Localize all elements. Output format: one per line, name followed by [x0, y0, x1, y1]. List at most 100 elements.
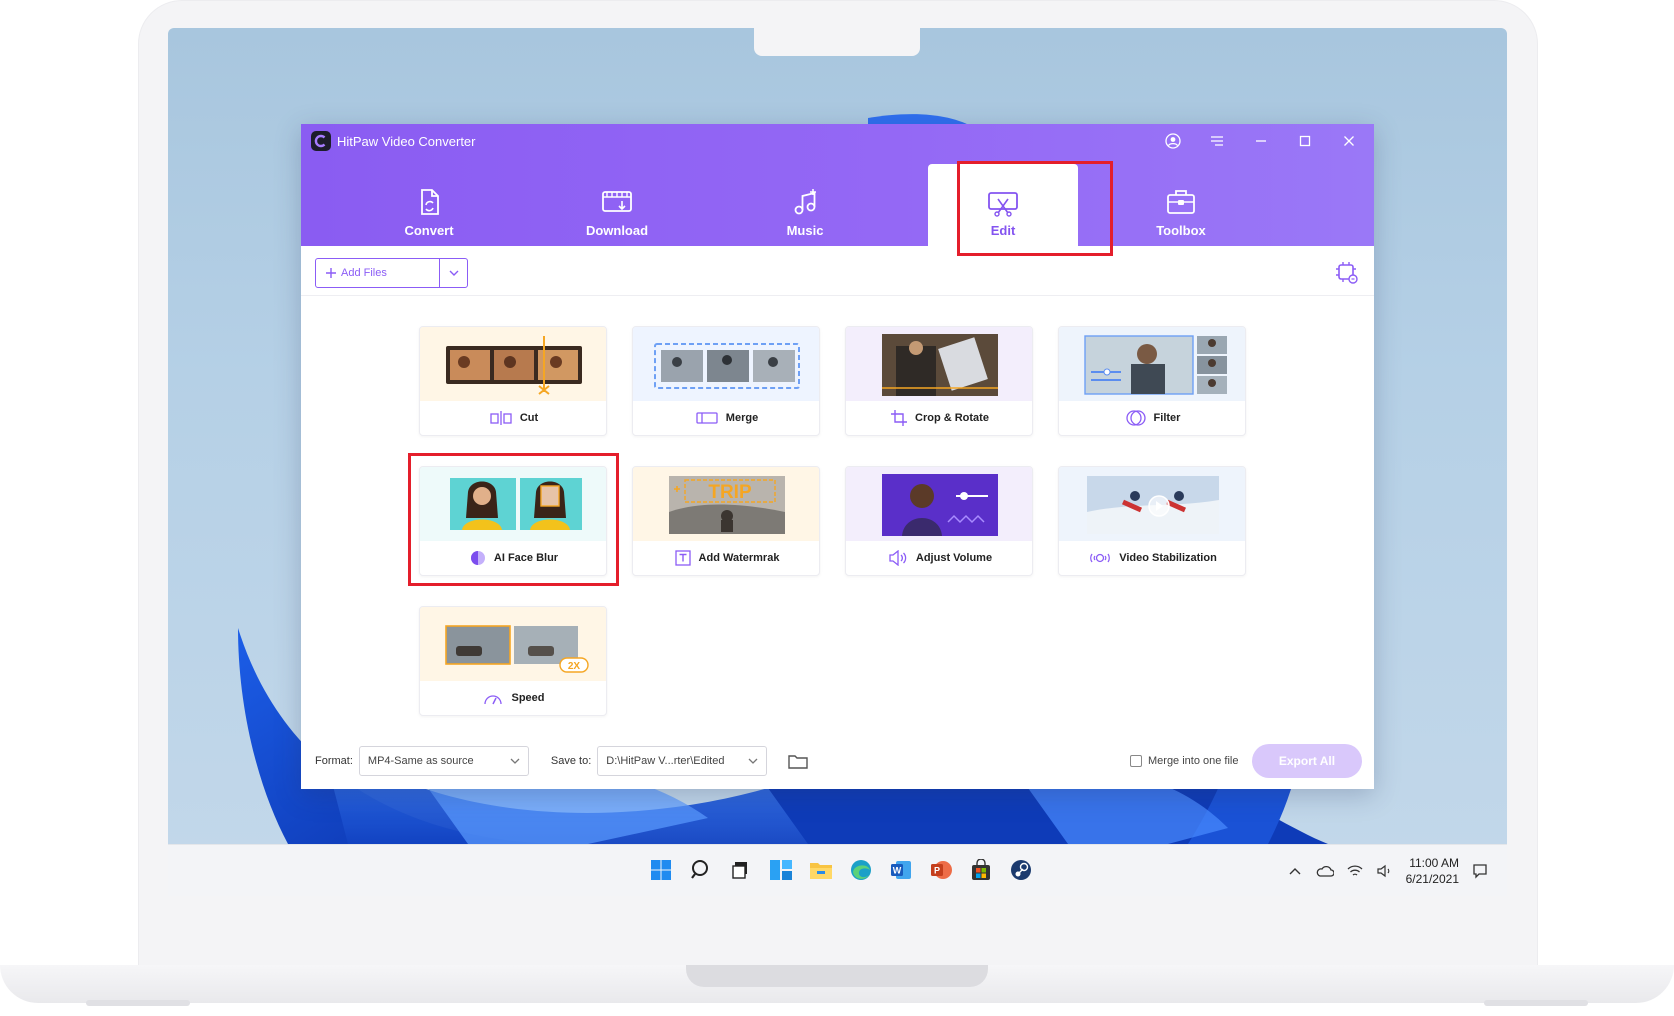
clock[interactable]: 11:00 AM 6/21/2021: [1406, 855, 1459, 887]
tool-card-filter[interactable]: Filter: [1058, 326, 1246, 436]
tab-download[interactable]: Download: [542, 164, 692, 246]
tool-name: Crop & Rotate: [915, 412, 989, 424]
tab-toolbox-label: Toolbox: [1156, 223, 1206, 238]
tool-card-cut[interactable]: Cut: [419, 326, 607, 436]
merge-thumbnail: [633, 327, 819, 401]
close-button[interactable]: [1334, 130, 1364, 152]
watermark-icon: [674, 550, 691, 566]
system-tray: 11:00 AM 6/21/2021: [1286, 845, 1507, 896]
clock-time: 11:00 AM: [1409, 856, 1459, 870]
menu-button[interactable]: [1202, 130, 1232, 152]
minimize-icon: [1256, 140, 1266, 142]
clock-date: 6/21/2021: [1405, 872, 1459, 886]
account-button[interactable]: [1158, 130, 1188, 152]
tab-convert[interactable]: Convert: [354, 164, 504, 246]
filter-thumbnail: [1059, 327, 1245, 401]
file-explorer-icon[interactable]: [806, 855, 836, 885]
add-files-main[interactable]: Add Files: [316, 259, 439, 287]
merge-option[interactable]: Merge into one file: [1130, 733, 1239, 789]
title-bar: HitPaw Video Converter: [301, 124, 1374, 158]
tool-name: Video Stabilization: [1119, 552, 1217, 564]
face-blur-highlight: [408, 453, 619, 586]
maximize-icon: [1299, 135, 1311, 147]
tool-card-video-stabilization[interactable]: Video Stabilization: [1058, 466, 1246, 576]
watermark-thumbnail: TRIP: [633, 467, 819, 541]
tool-name: Filter: [1153, 412, 1181, 424]
search-icon[interactable]: [686, 855, 716, 885]
powerpoint-icon[interactable]: P: [926, 855, 956, 885]
tool-card-add-watermark[interactable]: TRIP Add Watermrak: [632, 466, 820, 576]
tab-toolbox[interactable]: Toolbox: [1106, 164, 1256, 246]
save-to-select[interactable]: D:\HitPaw V...rter\Edited: [597, 746, 768, 776]
task-view-icon[interactable]: [726, 855, 756, 885]
store-icon[interactable]: [966, 855, 996, 885]
tool-label-filter: Filter: [1059, 405, 1245, 431]
laptop-notch: [686, 965, 988, 987]
edit-tab-highlight: [957, 161, 1113, 256]
tool-name: Add Watermrak: [698, 552, 780, 564]
word-icon[interactable]: W: [886, 855, 916, 885]
folder-icon: [788, 755, 808, 769]
chevron-down-icon: [510, 758, 520, 764]
hardware-acceleration-button[interactable]: [1334, 260, 1360, 286]
laptop-foot-right: [1484, 1000, 1588, 1006]
svg-text:W: W: [893, 866, 902, 876]
download-icon: [602, 191, 632, 212]
tool-card-adjust-volume[interactable]: Adjust Volume: [845, 466, 1033, 576]
add-files-dropdown[interactable]: [439, 259, 467, 287]
tab-music[interactable]: Music: [730, 164, 880, 246]
app-logo-icon: [311, 131, 331, 151]
crop-rotate-thumbnail: [846, 327, 1032, 401]
windows-start-icon[interactable]: [646, 855, 676, 885]
minimize-button[interactable]: [1246, 130, 1276, 152]
wifi-icon[interactable]: [1346, 862, 1364, 880]
onedrive-icon[interactable]: [1316, 862, 1334, 880]
widgets-icon[interactable]: [766, 855, 796, 885]
crop-rotate-icon: [891, 410, 908, 426]
tool-label-video-stabilization: Video Stabilization: [1059, 545, 1245, 571]
tool-card-speed[interactable]: 2X Speed: [419, 606, 607, 716]
window-controls: [1158, 130, 1364, 152]
volume-icon: [889, 550, 907, 566]
add-files-button[interactable]: Add Files: [315, 258, 468, 288]
tool-name: Adjust Volume: [915, 552, 993, 564]
format-label: Format:: [315, 755, 353, 767]
watermark-text: TRIP: [708, 482, 752, 503]
add-files-label: Add Files: [341, 267, 387, 279]
tool-name: Speed: [511, 692, 545, 704]
tool-label-cut: Cut: [420, 405, 606, 431]
tool-name: Merge: [725, 412, 759, 424]
tab-convert-label: Convert: [404, 223, 454, 238]
export-all-button[interactable]: Export All: [1252, 744, 1362, 778]
maximize-button[interactable]: [1290, 130, 1320, 152]
tool-label-adjust-volume: Adjust Volume: [846, 545, 1032, 571]
chevron-up-icon[interactable]: [1286, 862, 1304, 880]
tab-download-label: Download: [585, 223, 649, 238]
tool-card-merge[interactable]: Merge: [632, 326, 820, 436]
filter-icon: [1125, 410, 1146, 426]
chevron-down-icon: [449, 270, 458, 276]
steam-icon[interactable]: [1006, 855, 1036, 885]
merge-label: Merge into one file: [1148, 755, 1239, 767]
tool-label-merge: Merge: [633, 405, 819, 431]
speaker-icon[interactable]: [1376, 862, 1394, 880]
merge-icon: [696, 412, 718, 424]
tool-card-crop-rotate[interactable]: Crop & Rotate: [845, 326, 1033, 436]
edge-icon[interactable]: [846, 855, 876, 885]
cut-thumbnail: [420, 327, 606, 401]
camera-notch: [754, 28, 920, 56]
save-to-label: Save to:: [550, 755, 592, 767]
tool-label-crop-rotate: Crop & Rotate: [846, 405, 1032, 431]
taskbar-apps: W P: [646, 855, 1036, 885]
cut-icon: [490, 411, 512, 425]
music-icon: [794, 189, 816, 215]
tool-label-add-watermark: Add Watermrak: [633, 545, 819, 571]
convert-icon: [421, 189, 439, 215]
notification-icon[interactable]: [1471, 862, 1489, 880]
app-title: HitPaw Video Converter: [337, 133, 476, 149]
close-icon: [1344, 136, 1354, 146]
merge-checkbox[interactable]: [1130, 755, 1142, 767]
format-select[interactable]: MP4-Same as source: [358, 746, 529, 776]
open-folder-button[interactable]: [785, 748, 811, 774]
tool-label-speed: Speed: [420, 685, 606, 711]
